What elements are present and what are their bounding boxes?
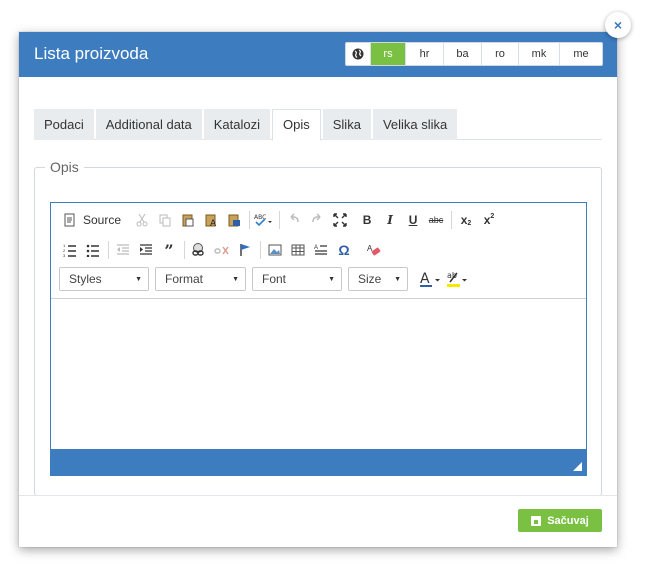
link-icon[interactable] — [188, 239, 210, 261]
unlink-icon[interactable] — [211, 239, 233, 261]
source-button[interactable]: Source — [59, 209, 121, 231]
rich-text-editor: Source A ABC B I U abc x 2 x 2 1 2 3 ” A… — [50, 202, 587, 476]
indent-icon[interactable] — [135, 239, 157, 261]
underline-icon[interactable]: U — [402, 209, 424, 231]
cut-icon[interactable] — [131, 209, 153, 231]
spellcheck-icon[interactable]: ABC — [253, 209, 275, 231]
lang-ba[interactable]: ba — [444, 43, 482, 65]
tab-podaci[interactable]: Podaci — [34, 109, 94, 140]
lang-rs[interactable]: rs — [371, 43, 406, 65]
lang-me[interactable]: me — [560, 43, 602, 65]
chevron-down-icon: ▼ — [328, 275, 335, 283]
styles-label: Styles — [69, 272, 102, 286]
table-icon[interactable] — [287, 239, 309, 261]
chevron-down-icon: ▼ — [394, 275, 401, 283]
image-icon[interactable] — [264, 239, 286, 261]
blockquote-icon[interactable]: ” — [158, 239, 180, 261]
tab-katalozi[interactable]: Katalozi — [203, 109, 271, 140]
toolbar-separator — [451, 211, 453, 229]
copy-icon[interactable] — [154, 209, 176, 231]
source-label: Source — [83, 213, 122, 227]
remove-format-icon[interactable]: A — [363, 239, 385, 261]
anchor-flag-icon[interactable] — [234, 239, 256, 261]
toolbar-separator — [249, 211, 251, 229]
editor-status-bar — [51, 449, 586, 475]
font-label: Font — [262, 272, 287, 286]
close-button[interactable]: × — [605, 12, 631, 38]
horizontal-rule-icon[interactable]: A — [310, 239, 332, 261]
lang-ro[interactable]: ro — [482, 43, 519, 65]
toolbar-separator — [279, 211, 281, 229]
modal-header: Lista proizvoda rs hr ba ro mk me — [19, 32, 617, 77]
chevron-down-icon: ▼ — [135, 275, 142, 283]
tab-slika[interactable]: Slika — [322, 109, 371, 140]
paste-icon[interactable] — [177, 209, 199, 231]
paste-text-icon[interactable]: A — [200, 209, 222, 231]
tab-velika-slika[interactable]: Velika slika — [372, 109, 458, 140]
toolbar-separator — [184, 241, 185, 259]
numbered-list-icon[interactable]: 123 — [59, 239, 81, 261]
svg-text:3: 3 — [63, 253, 66, 257]
outdent-icon[interactable] — [112, 239, 134, 261]
toolbar-row-3: Styles ▼ Format ▼ Font ▼ Size ▼ A ab — [59, 267, 472, 291]
floppy-disk-icon — [531, 515, 542, 526]
save-label: Sačuvaj — [547, 514, 589, 527]
language-switcher: rs hr ba ro mk me — [345, 42, 603, 66]
styles-dropdown[interactable]: Styles ▼ — [59, 267, 149, 291]
tab-bar: Podaci Additional data Katalozi Opis Sli… — [34, 109, 602, 141]
source-icon — [59, 209, 81, 231]
toolbar-row-1: Source A ABC B I U abc x 2 x 2 — [59, 209, 501, 231]
save-button[interactable]: Sačuvaj — [518, 509, 602, 532]
bulleted-list-icon[interactable] — [82, 239, 104, 261]
svg-text:A: A — [210, 219, 217, 227]
toolbar-separator — [260, 241, 261, 259]
special-char-icon[interactable]: Ω — [333, 239, 355, 261]
toolbar-row-2: 123 ” A Ω A — [59, 239, 386, 261]
background-color-icon[interactable]: ab — [445, 268, 471, 290]
format-label: Format — [165, 272, 204, 286]
italic-icon[interactable]: I — [379, 209, 401, 231]
format-dropdown[interactable]: Format ▼ — [155, 267, 246, 291]
redo-icon[interactable] — [306, 209, 328, 231]
paste-word-icon[interactable] — [223, 209, 245, 231]
lang-hr[interactable]: hr — [406, 43, 444, 65]
subscript-icon[interactable]: x2 — [455, 209, 477, 231]
tab-additional-data[interactable]: Additional data — [95, 109, 202, 140]
svg-text:A: A — [420, 271, 430, 287]
svg-text:A: A — [314, 245, 318, 251]
product-list-modal: Lista proizvoda rs hr ba ro mk me Podaci… — [19, 32, 617, 547]
chevron-down-icon: ▼ — [232, 275, 239, 283]
fieldset-legend: Opis — [45, 159, 84, 175]
resize-handle-icon[interactable] — [573, 462, 582, 471]
maximize-icon[interactable] — [329, 209, 351, 231]
modal-title: Lista proizvoda — [34, 44, 149, 63]
superscript-icon[interactable]: x2 — [478, 209, 500, 231]
globe-icon[interactable] — [346, 43, 371, 65]
editor-content-area[interactable] — [51, 299, 586, 449]
undo-icon[interactable] — [283, 209, 305, 231]
size-label: Size — [358, 272, 382, 286]
tab-opis[interactable]: Opis — [272, 109, 321, 141]
strikethrough-icon[interactable]: abc — [425, 209, 447, 231]
text-color-icon[interactable]: A — [418, 268, 444, 290]
lang-mk[interactable]: mk — [519, 43, 560, 65]
editor-toolbar: Source A ABC B I U abc x 2 x 2 1 2 3 ” A… — [51, 203, 586, 299]
bold-icon[interactable]: B — [356, 209, 378, 231]
font-dropdown[interactable]: Font ▼ — [252, 267, 342, 291]
footer-divider — [19, 495, 617, 496]
size-dropdown[interactable]: Size ▼ — [348, 267, 408, 291]
toolbar-separator — [108, 241, 109, 259]
